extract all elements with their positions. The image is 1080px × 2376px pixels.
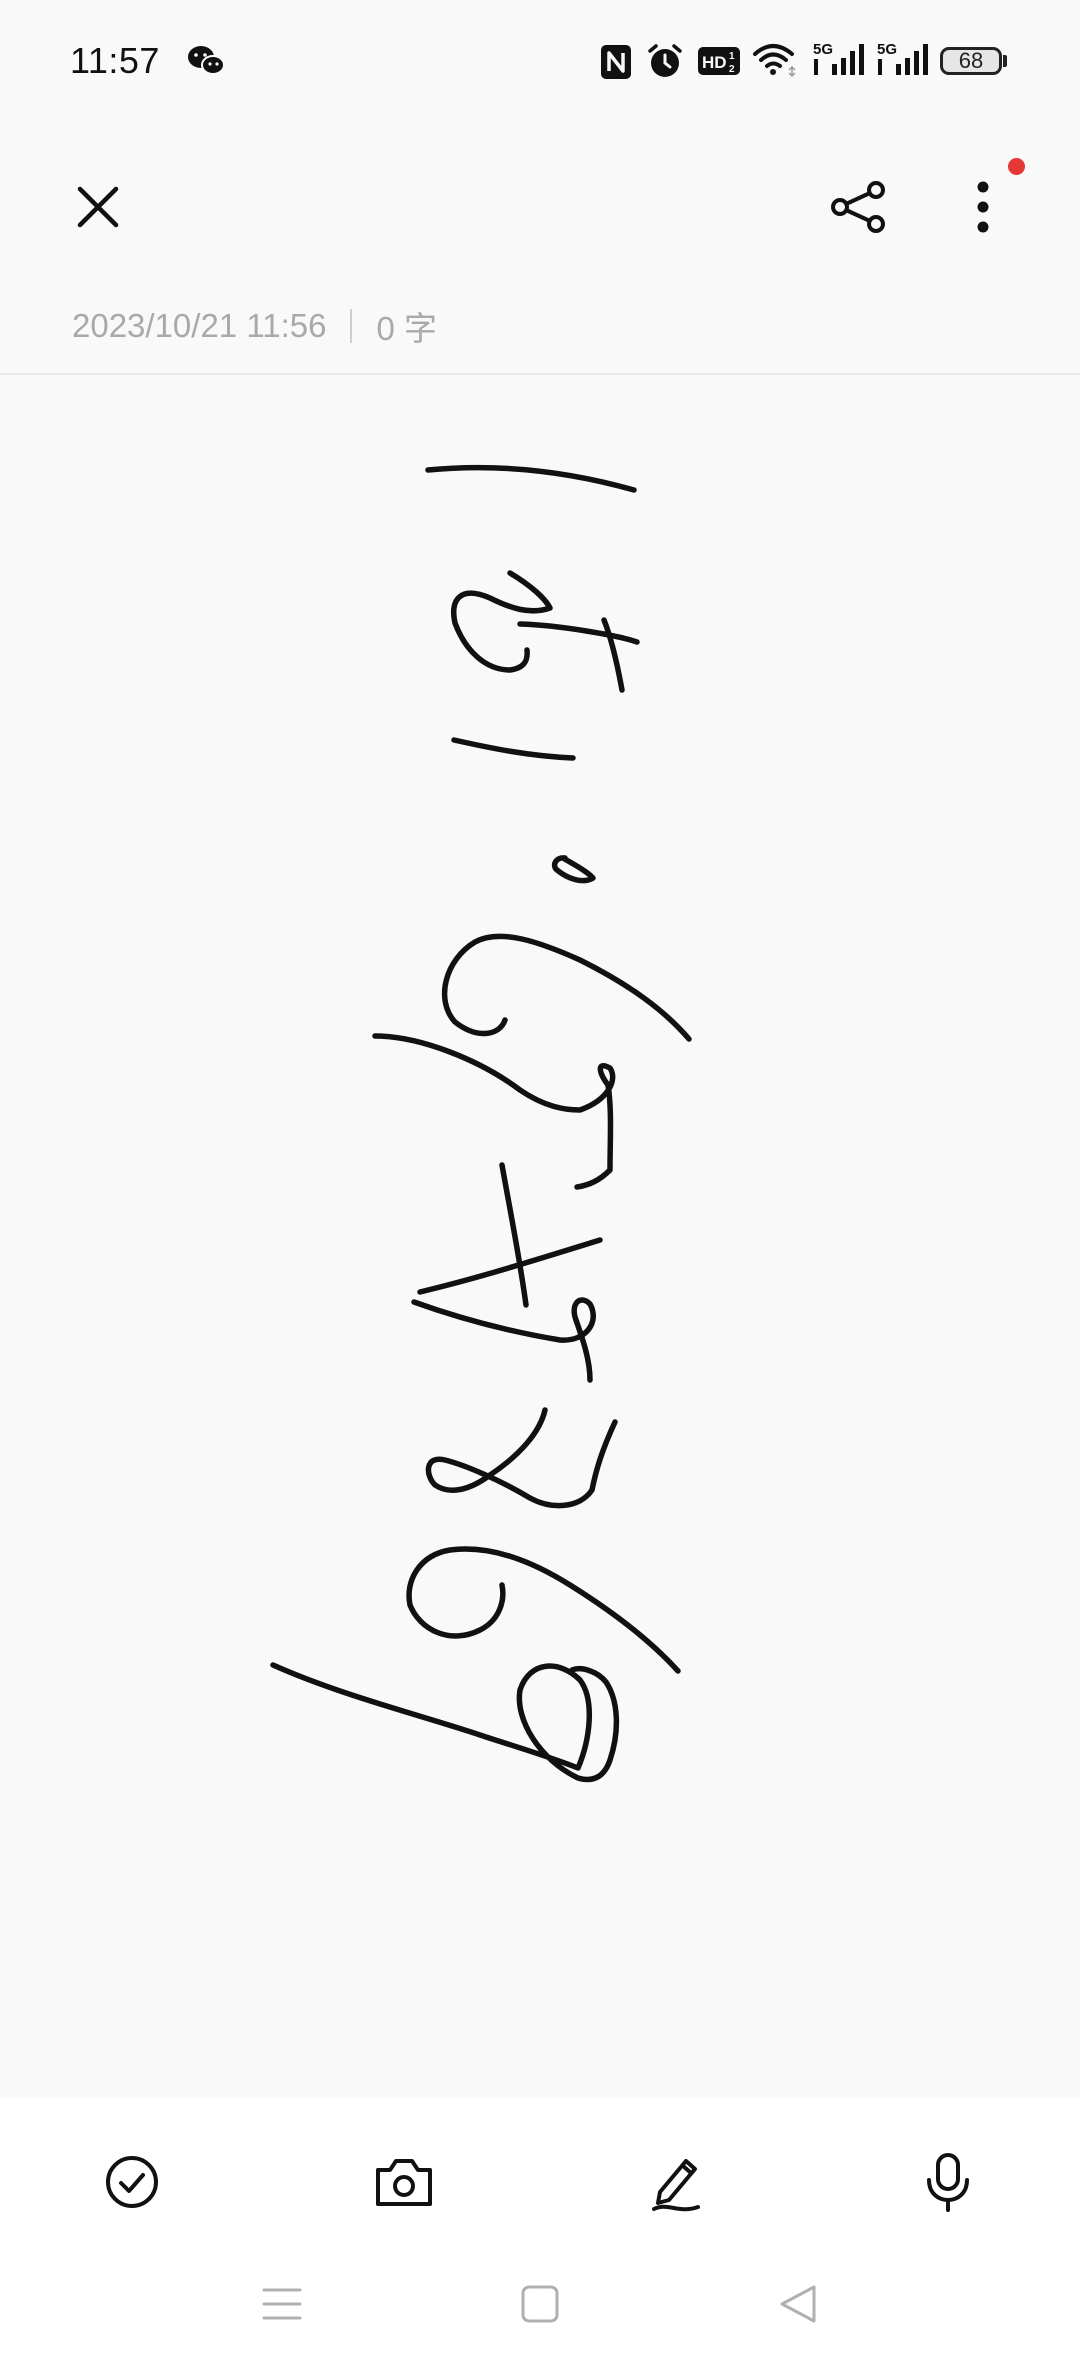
alarm-icon xyxy=(646,42,684,85)
meta-separator xyxy=(350,309,353,343)
nfc-icon xyxy=(600,44,632,85)
status-time: 11:57 xyxy=(70,40,160,81)
status-bar: 11:57 HD 1 2 5G 5G 68 xyxy=(0,0,1080,124)
system-nav-bar xyxy=(0,2246,1080,2376)
back-icon[interactable] xyxy=(768,2274,828,2334)
svg-text:5G: 5G xyxy=(813,41,833,58)
svg-text:2: 2 xyxy=(729,64,735,75)
ink-stroke xyxy=(517,621,640,645)
close-icon[interactable] xyxy=(60,169,136,245)
handwriting-canvas[interactable] xyxy=(0,375,1080,2095)
ink-stroke xyxy=(425,1407,618,1509)
word-count: 0 字 xyxy=(376,310,437,347)
ink-stroke xyxy=(372,1033,616,1190)
bottom-toolbar xyxy=(0,2098,1080,2246)
ink-stroke xyxy=(499,1162,529,1308)
signal-5g-icon: 5G xyxy=(812,40,864,83)
ink-stroke xyxy=(601,617,625,693)
pen-icon[interactable] xyxy=(636,2142,716,2222)
ink-stroke xyxy=(425,464,637,493)
battery-level: 68 xyxy=(958,48,984,73)
signal-5g-icon: 5G xyxy=(876,40,928,83)
home-icon[interactable] xyxy=(510,2274,570,2334)
ink-stroke xyxy=(451,737,576,761)
wifi-icon xyxy=(752,40,798,85)
recents-icon[interactable] xyxy=(252,2274,312,2334)
hd-icon: HD 1 2 xyxy=(697,46,741,81)
svg-text:HD: HD xyxy=(702,53,727,72)
ink-stroke xyxy=(451,570,553,673)
wechat-icon xyxy=(186,44,226,83)
notification-dot xyxy=(1008,158,1025,175)
more-icon[interactable] xyxy=(948,167,1018,247)
ink-stroke xyxy=(551,855,596,884)
microphone-icon[interactable] xyxy=(908,2142,988,2222)
checklist-icon[interactable] xyxy=(92,2142,172,2222)
svg-text:5G: 5G xyxy=(877,41,897,58)
ink-stroke xyxy=(270,1662,620,1783)
svg-text:1: 1 xyxy=(729,51,735,62)
note-toolbar xyxy=(0,124,1080,284)
ink-stroke xyxy=(441,933,692,1042)
note-meta: 2023/10/21 11:56 0 字 xyxy=(72,306,437,347)
ink-stroke xyxy=(411,1297,596,1383)
battery-icon: 68 xyxy=(940,47,1002,75)
ink-stroke xyxy=(406,1546,681,1674)
ink-stroke xyxy=(417,1237,603,1295)
share-icon[interactable] xyxy=(818,167,898,247)
battery-cap xyxy=(1003,55,1007,67)
camera-icon[interactable] xyxy=(364,2142,444,2222)
note-timestamp: 2023/10/21 11:56 xyxy=(72,307,327,344)
